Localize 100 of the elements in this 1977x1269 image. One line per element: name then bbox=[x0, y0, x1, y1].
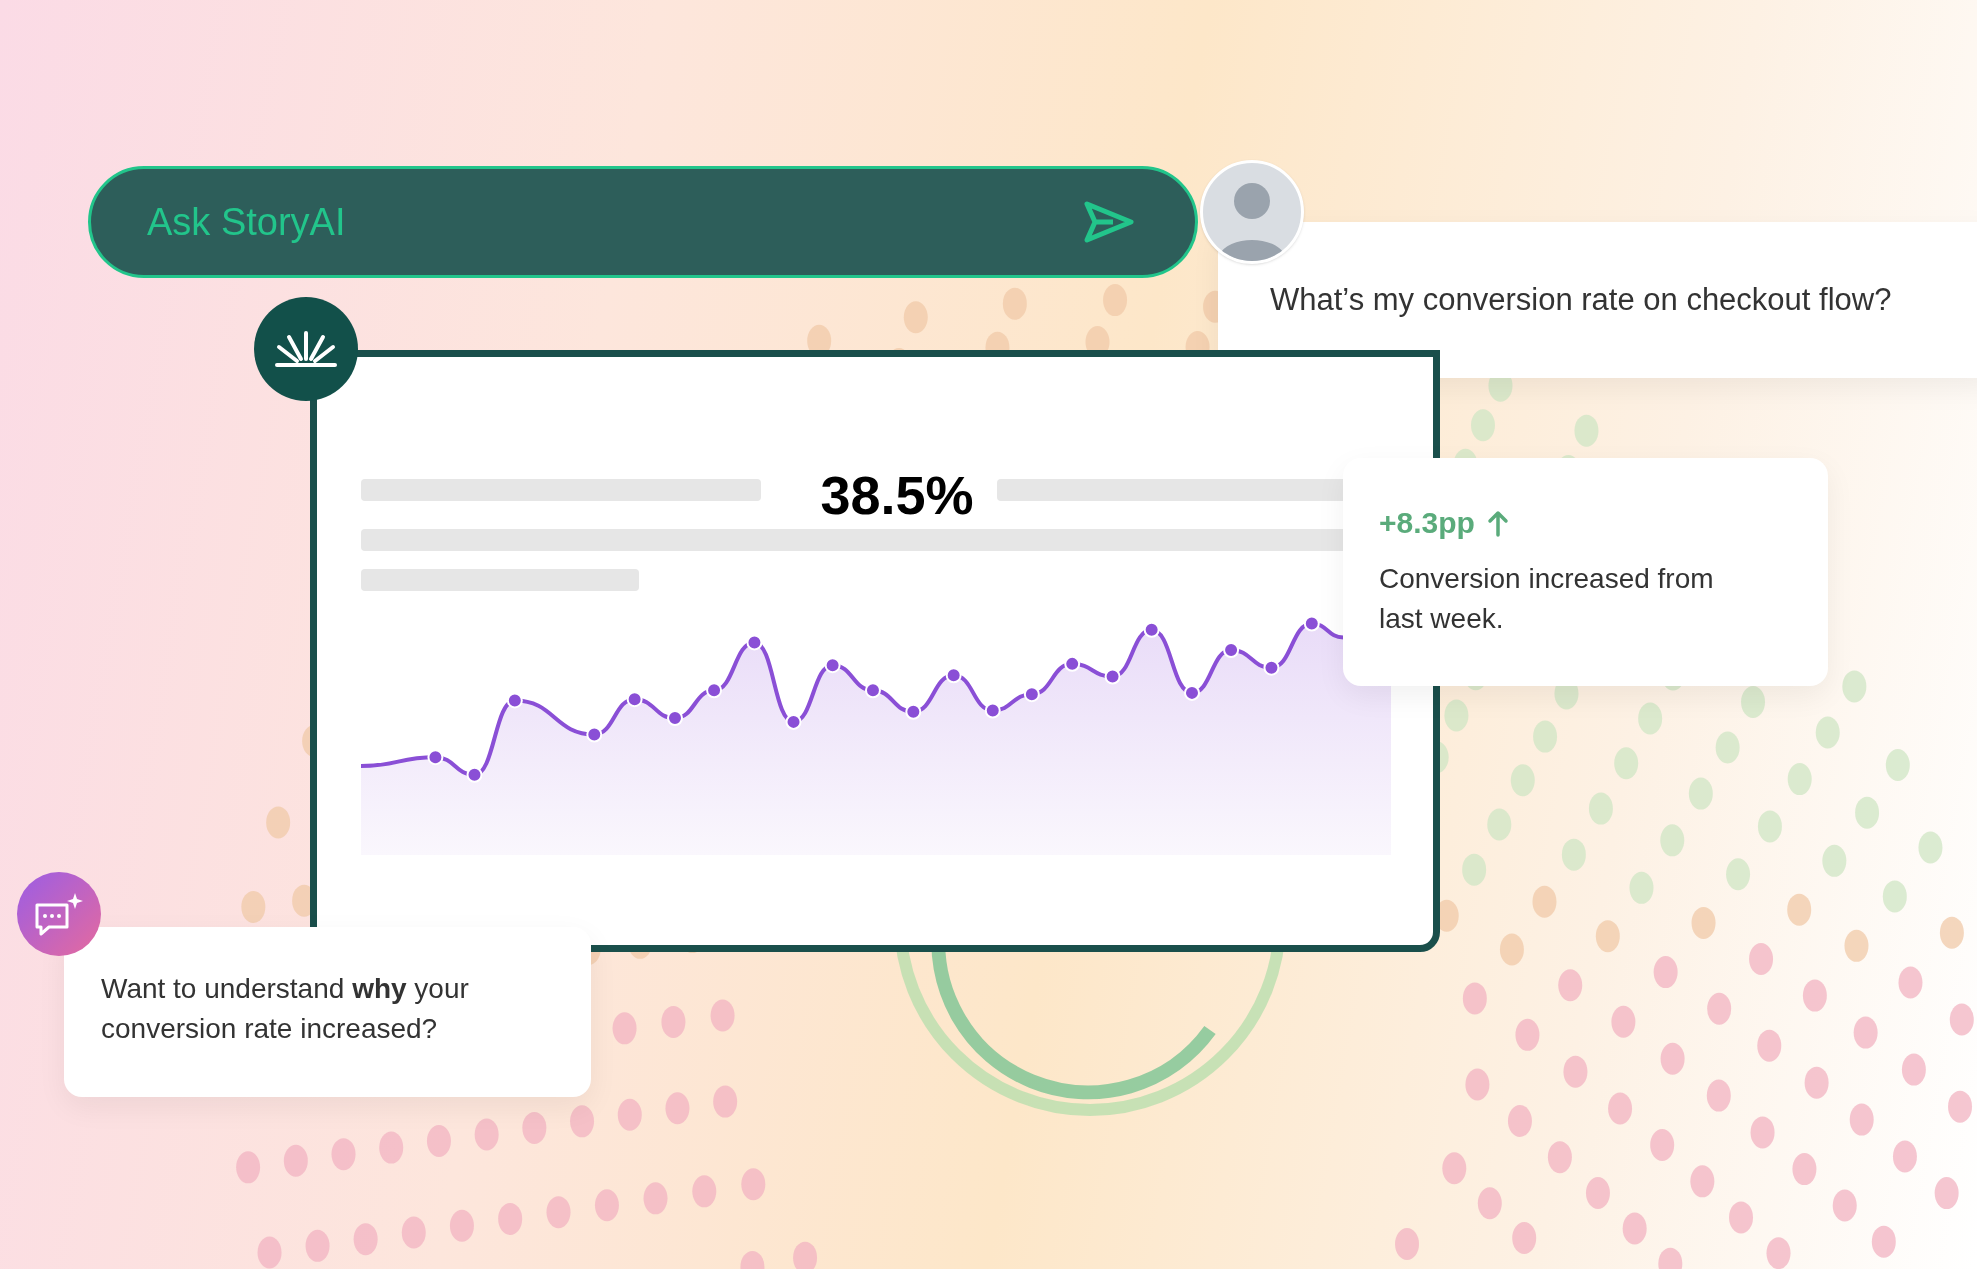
decorative-dot bbox=[1608, 1092, 1633, 1125]
data-point bbox=[427, 749, 444, 766]
data-point bbox=[1303, 615, 1320, 632]
decorative-dot bbox=[1822, 844, 1847, 877]
decorative-dot bbox=[1815, 716, 1840, 749]
decorative-dot bbox=[449, 1209, 474, 1242]
decorative-dot bbox=[1563, 1055, 1588, 1088]
decorative-dot bbox=[1715, 731, 1740, 764]
decorative-dot bbox=[1585, 1176, 1610, 1209]
decorative-dot bbox=[710, 999, 735, 1032]
data-point bbox=[626, 691, 643, 708]
decorative-dot bbox=[1442, 1152, 1467, 1185]
decorative-dot bbox=[1792, 1153, 1817, 1186]
decorative-dot bbox=[1533, 720, 1558, 753]
decorative-dot bbox=[1653, 956, 1678, 989]
decorative-dot bbox=[1611, 1005, 1636, 1038]
decorative-dot bbox=[1588, 792, 1613, 825]
metric-value: 38.5% bbox=[819, 464, 975, 527]
decorative-dot bbox=[570, 1105, 595, 1138]
decorative-dot bbox=[1934, 1177, 1959, 1210]
decorative-dot bbox=[1948, 1090, 1973, 1123]
decorative-dot bbox=[1802, 979, 1827, 1012]
decorative-dot bbox=[1499, 933, 1524, 966]
decorative-dot bbox=[1804, 1066, 1829, 1099]
decorative-dot bbox=[1707, 992, 1732, 1025]
question-text: What’s my conversion rate on checkout flow? bbox=[1270, 280, 1892, 319]
decorative-dot bbox=[1749, 942, 1774, 975]
decorative-dot bbox=[241, 890, 266, 923]
decorative-dot bbox=[1892, 1140, 1917, 1173]
decorative-dot bbox=[305, 1229, 330, 1262]
decorative-dot bbox=[522, 1111, 547, 1144]
decorative-dot bbox=[1595, 920, 1620, 953]
data-point bbox=[945, 667, 962, 684]
decorative-dot bbox=[1512, 1221, 1537, 1254]
data-point bbox=[1184, 684, 1200, 701]
data-point bbox=[864, 682, 881, 699]
data-point bbox=[667, 710, 683, 727]
decorative-dot bbox=[1688, 777, 1713, 810]
data-point bbox=[1104, 668, 1121, 685]
decorative-dot bbox=[1574, 414, 1599, 447]
decorative-dot bbox=[1787, 893, 1812, 926]
suggestion-text: Want to understand why your conversion rate increased? bbox=[101, 972, 470, 1046]
decorative-dot bbox=[1660, 1042, 1685, 1075]
decorative-dot bbox=[266, 806, 291, 839]
decorative-dot bbox=[692, 1175, 717, 1208]
data-point bbox=[506, 692, 523, 709]
decorative-dot bbox=[612, 1012, 637, 1045]
decorative-dot bbox=[1898, 966, 1923, 999]
decorative-dot bbox=[1614, 747, 1639, 780]
decorative-dot bbox=[353, 1223, 378, 1256]
decorative-dot bbox=[1757, 810, 1782, 843]
decorative-dot bbox=[594, 1189, 619, 1222]
decorative-dot bbox=[713, 1085, 738, 1118]
search-bar[interactable]: Ask StoryAI bbox=[88, 166, 1198, 278]
decorative-dot bbox=[1939, 916, 1964, 949]
decorative-dot bbox=[1638, 702, 1663, 735]
decorative-dot bbox=[1561, 838, 1586, 871]
up-arrow-icon bbox=[1486, 508, 1509, 537]
data-point bbox=[1143, 621, 1160, 638]
data-point bbox=[706, 682, 723, 699]
decorative-dot bbox=[1558, 969, 1583, 1002]
decorative-dot bbox=[1487, 808, 1512, 841]
decorative-dot bbox=[1462, 982, 1487, 1015]
decorative-dot bbox=[741, 1168, 766, 1201]
decorative-dot bbox=[331, 1138, 356, 1171]
decorative-dot bbox=[1706, 1079, 1731, 1112]
data-point bbox=[586, 726, 603, 743]
decorative-dot bbox=[1660, 824, 1685, 857]
decorative-dot bbox=[1741, 686, 1766, 718]
change-value: +8.3pp bbox=[1379, 505, 1475, 541]
decorative-dot bbox=[1691, 906, 1716, 939]
decorative-dot bbox=[1622, 1212, 1647, 1245]
data-point bbox=[824, 657, 841, 674]
decorative-dot bbox=[1855, 796, 1880, 829]
decorative-dot bbox=[1849, 1103, 1874, 1136]
decorative-dot bbox=[1103, 284, 1128, 317]
decorative-dot bbox=[1832, 1189, 1857, 1222]
data-point bbox=[984, 702, 1001, 719]
decorative-dot bbox=[1885, 749, 1910, 781]
decorative-dot bbox=[1629, 871, 1654, 904]
decorative-dot bbox=[1471, 409, 1495, 442]
decorative-dot bbox=[1787, 763, 1812, 796]
decorative-dot bbox=[1547, 1141, 1572, 1174]
decorative-dot bbox=[1650, 1129, 1675, 1161]
sunburst-logo-icon bbox=[273, 329, 339, 369]
data-point bbox=[746, 634, 763, 651]
decorative-dot bbox=[1690, 1165, 1715, 1198]
data-point bbox=[1064, 655, 1081, 672]
decorative-dot bbox=[1757, 1029, 1782, 1062]
search-field[interactable]: Ask StoryAI bbox=[147, 193, 1067, 251]
decorative-dot bbox=[379, 1131, 404, 1164]
send-icon[interactable] bbox=[1083, 200, 1135, 244]
decorative-dot bbox=[1444, 699, 1469, 732]
decorative-dot bbox=[1918, 831, 1943, 864]
decorative-dot bbox=[1842, 670, 1867, 703]
decorative-dot bbox=[236, 1151, 261, 1184]
data-point bbox=[905, 703, 922, 720]
decorative-dot bbox=[474, 1118, 499, 1151]
insight-text: Conversion increased from last week. bbox=[1379, 562, 1715, 636]
decorative-dot bbox=[498, 1202, 523, 1235]
